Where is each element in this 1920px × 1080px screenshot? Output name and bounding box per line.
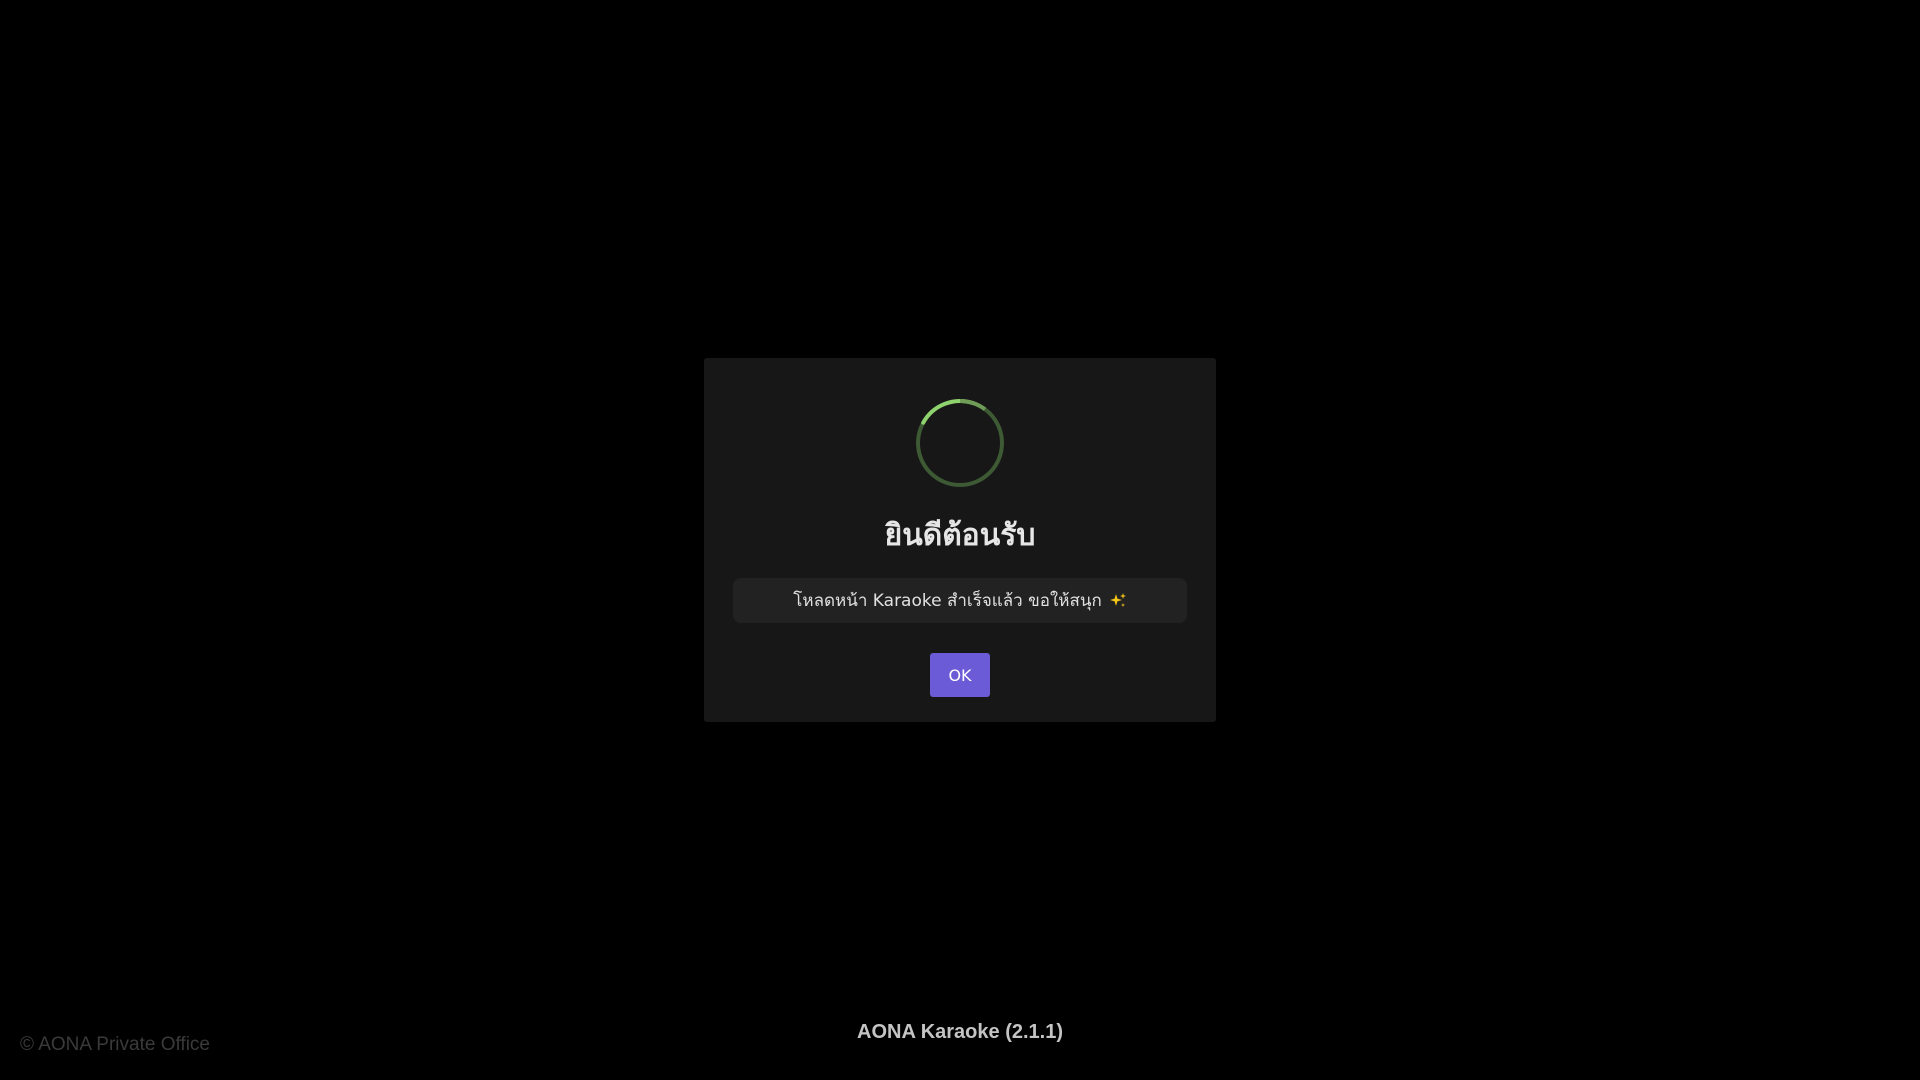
sparkles-icon	[1109, 592, 1127, 610]
app-screen: ยินดีต้อนรับ โหลดหน้า Karaoke สำเร็จแล้ว…	[0, 0, 1920, 1080]
ok-button[interactable]: OK	[930, 653, 990, 697]
dialog-message: โหลดหน้า Karaoke สำเร็จแล้ว ขอให้สนุก	[733, 578, 1187, 623]
dialog-message-text: โหลดหน้า Karaoke สำเร็จแล้ว ขอให้สนุก	[793, 591, 1102, 611]
welcome-dialog: ยินดีต้อนรับ โหลดหน้า Karaoke สำเร็จแล้ว…	[704, 358, 1216, 722]
app-version-label: AONA Karaoke (2.1.1)	[857, 1021, 1063, 1043]
dialog-title: ยินดีต้อนรับ	[884, 518, 1036, 553]
loading-spinner-icon	[916, 399, 1004, 487]
